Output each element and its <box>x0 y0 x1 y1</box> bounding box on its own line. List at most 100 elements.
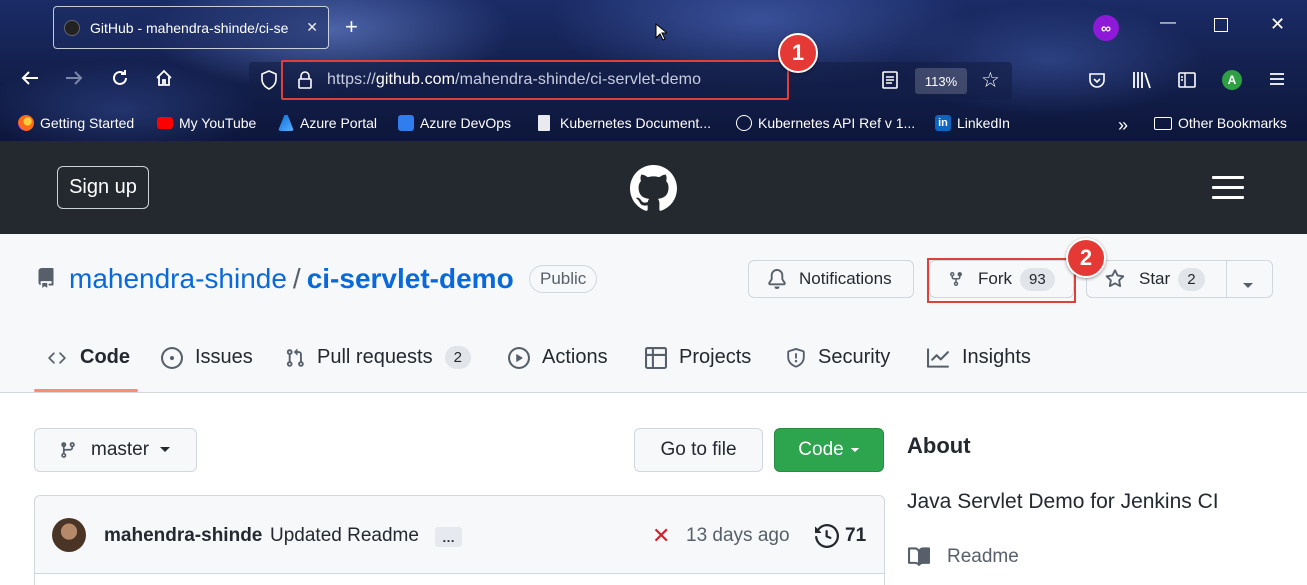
tab-label: Actions <box>542 346 608 368</box>
build-failed-icon[interactable]: ✕ <box>652 523 670 549</box>
caret-down-icon <box>160 447 171 452</box>
bookmarks-toolbar: Getting Started My YouTube Azure Portal … <box>0 108 1307 138</box>
fork-highlight-box <box>927 258 1076 303</box>
repo-owner-link[interactable]: mahendra-shinde <box>69 263 287 294</box>
tab-label: Issues <box>195 346 253 368</box>
maximize-icon[interactable] <box>1214 18 1228 32</box>
branch-select-button[interactable]: master <box>34 428 197 472</box>
commit-author-link[interactable]: mahendra-shinde <box>104 525 262 547</box>
graph-icon <box>927 347 949 368</box>
tab-code[interactable]: Code <box>46 346 130 369</box>
bookmark-azure-portal[interactable]: Azure Portal <box>278 115 377 131</box>
tab-issues[interactable]: Issues <box>161 346 253 369</box>
caret-down-icon <box>850 447 859 452</box>
youtube-icon <box>157 117 173 129</box>
bookmark-kubernetes-api[interactable]: Kubernetes API Ref v 1... <box>736 115 915 131</box>
bookmark-label: LinkedIn <box>957 115 1010 131</box>
reader-view-icon[interactable] <box>881 70 899 95</box>
repo-separator: / <box>292 263 301 294</box>
pull-request-icon <box>286 348 304 367</box>
play-icon <box>508 346 530 369</box>
bookmark-label: Other Bookmarks <box>1178 115 1287 131</box>
github-logo-icon[interactable] <box>630 165 677 217</box>
bookmark-getting-started[interactable]: Getting Started <box>18 115 134 131</box>
linkedin-icon: in <box>935 115 951 131</box>
bookmark-label: Kubernetes API Ref v 1... <box>758 115 916 131</box>
library-icon[interactable] <box>1131 70 1153 95</box>
commit-history-link[interactable]: 71 <box>815 524 866 548</box>
star-dropdown-icon[interactable] <box>1242 275 1254 295</box>
visibility-badge: Public <box>529 265 598 293</box>
azure-icon <box>278 115 294 131</box>
bookmark-my-youtube[interactable]: My YouTube <box>157 115 256 131</box>
tab-insights[interactable]: Insights <box>926 346 1031 369</box>
home-icon[interactable] <box>154 68 174 94</box>
bookmark-azure-devops[interactable]: Azure DevOps <box>398 115 511 131</box>
hamburger-menu-icon[interactable] <box>1212 176 1244 206</box>
globe-icon <box>736 115 752 131</box>
bell-icon <box>768 269 786 289</box>
browser-chrome: GitHub - mahendra-shinde/ci-se ✕ + ∞ — ✕… <box>0 0 1307 141</box>
pull-requests-count: 2 <box>444 346 471 369</box>
commit-message-link[interactable]: Updated Readme <box>270 525 419 547</box>
commit-time[interactable]: 13 days ago <box>686 525 790 547</box>
shield-icon[interactable] <box>260 70 278 96</box>
star-count: 2 <box>1178 267 1205 291</box>
star-icon <box>1105 269 1125 288</box>
tab-actions[interactable]: Actions <box>508 346 608 369</box>
notifications-button[interactable]: Notifications <box>748 260 914 298</box>
issue-icon <box>161 346 183 369</box>
repo-header: mahendra-shinde / ci-servlet-demo Public N… <box>0 234 1307 393</box>
window-close-icon[interactable]: ✕ <box>1270 14 1285 35</box>
star-divider <box>1226 261 1227 297</box>
tab-pull-requests[interactable]: Pull requests 2 <box>285 346 471 369</box>
url-highlight-box <box>281 60 789 100</box>
repo-name-link[interactable]: ci-servlet-demo <box>307 263 514 294</box>
history-icon <box>815 524 839 548</box>
pocket-icon[interactable] <box>1087 70 1107 95</box>
repo-title: mahendra-shinde / ci-servlet-demo <box>69 263 514 295</box>
bookmark-label: Azure DevOps <box>420 115 512 131</box>
shield-icon <box>787 347 805 368</box>
bookmark-linkedin[interactable]: in LinkedIn <box>935 115 1010 131</box>
sidebar-icon[interactable] <box>1177 70 1197 95</box>
firefox-icon <box>18 115 34 131</box>
bookmark-kubernetes-docs[interactable]: Kubernetes Document... <box>538 115 711 131</box>
branch-name: master <box>91 439 150 460</box>
page-icon <box>538 115 550 131</box>
signup-button[interactable]: Sign up <box>57 166 149 209</box>
reload-icon[interactable] <box>110 68 130 94</box>
tab-label: Code <box>80 346 130 368</box>
star-button[interactable]: Star 2 <box>1086 260 1273 298</box>
table-icon <box>645 346 667 369</box>
active-tab-indicator <box>34 389 138 392</box>
minimize-icon[interactable]: — <box>1160 14 1176 32</box>
about-heading: About <box>907 433 971 458</box>
branch-icon <box>61 442 75 458</box>
forward-icon[interactable] <box>64 68 84 94</box>
account-avatar[interactable]: A <box>1222 70 1242 90</box>
book-icon <box>908 547 931 566</box>
code-dropdown-button[interactable]: Code <box>774 428 884 472</box>
back-icon[interactable] <box>20 68 40 94</box>
mouse-cursor-icon <box>655 22 669 46</box>
avatar[interactable] <box>52 518 86 552</box>
browser-tab[interactable]: GitHub - mahendra-shinde/ci-se ✕ <box>53 6 329 49</box>
tab-label: Pull requests <box>317 346 433 368</box>
bookmark-star-icon[interactable]: ☆ <box>981 68 1000 93</box>
close-tab-icon[interactable]: ✕ <box>306 19 318 36</box>
bookmark-label: Getting Started <box>40 115 135 131</box>
repo-icon <box>36 267 56 294</box>
zoom-level-badge[interactable]: 113% <box>915 68 967 94</box>
tab-security[interactable]: Security <box>786 346 890 369</box>
app-menu-icon[interactable] <box>1268 70 1286 93</box>
bookmark-label: Kubernetes Document... <box>560 115 711 131</box>
commit-expand-button[interactable]: … <box>435 527 462 547</box>
bookmark-other[interactable]: Other Bookmarks <box>1154 115 1287 131</box>
bookmarks-overflow-icon[interactable]: » <box>1118 115 1128 136</box>
new-tab-icon[interactable]: + <box>345 14 358 40</box>
go-to-file-button[interactable]: Go to file <box>634 428 763 472</box>
readme-link[interactable]: Readme <box>907 546 1019 568</box>
latest-commit-box: mahendra-shinde Updated Readme … ✕ 13 da… <box>34 495 885 585</box>
tab-projects[interactable]: Projects <box>645 346 751 369</box>
